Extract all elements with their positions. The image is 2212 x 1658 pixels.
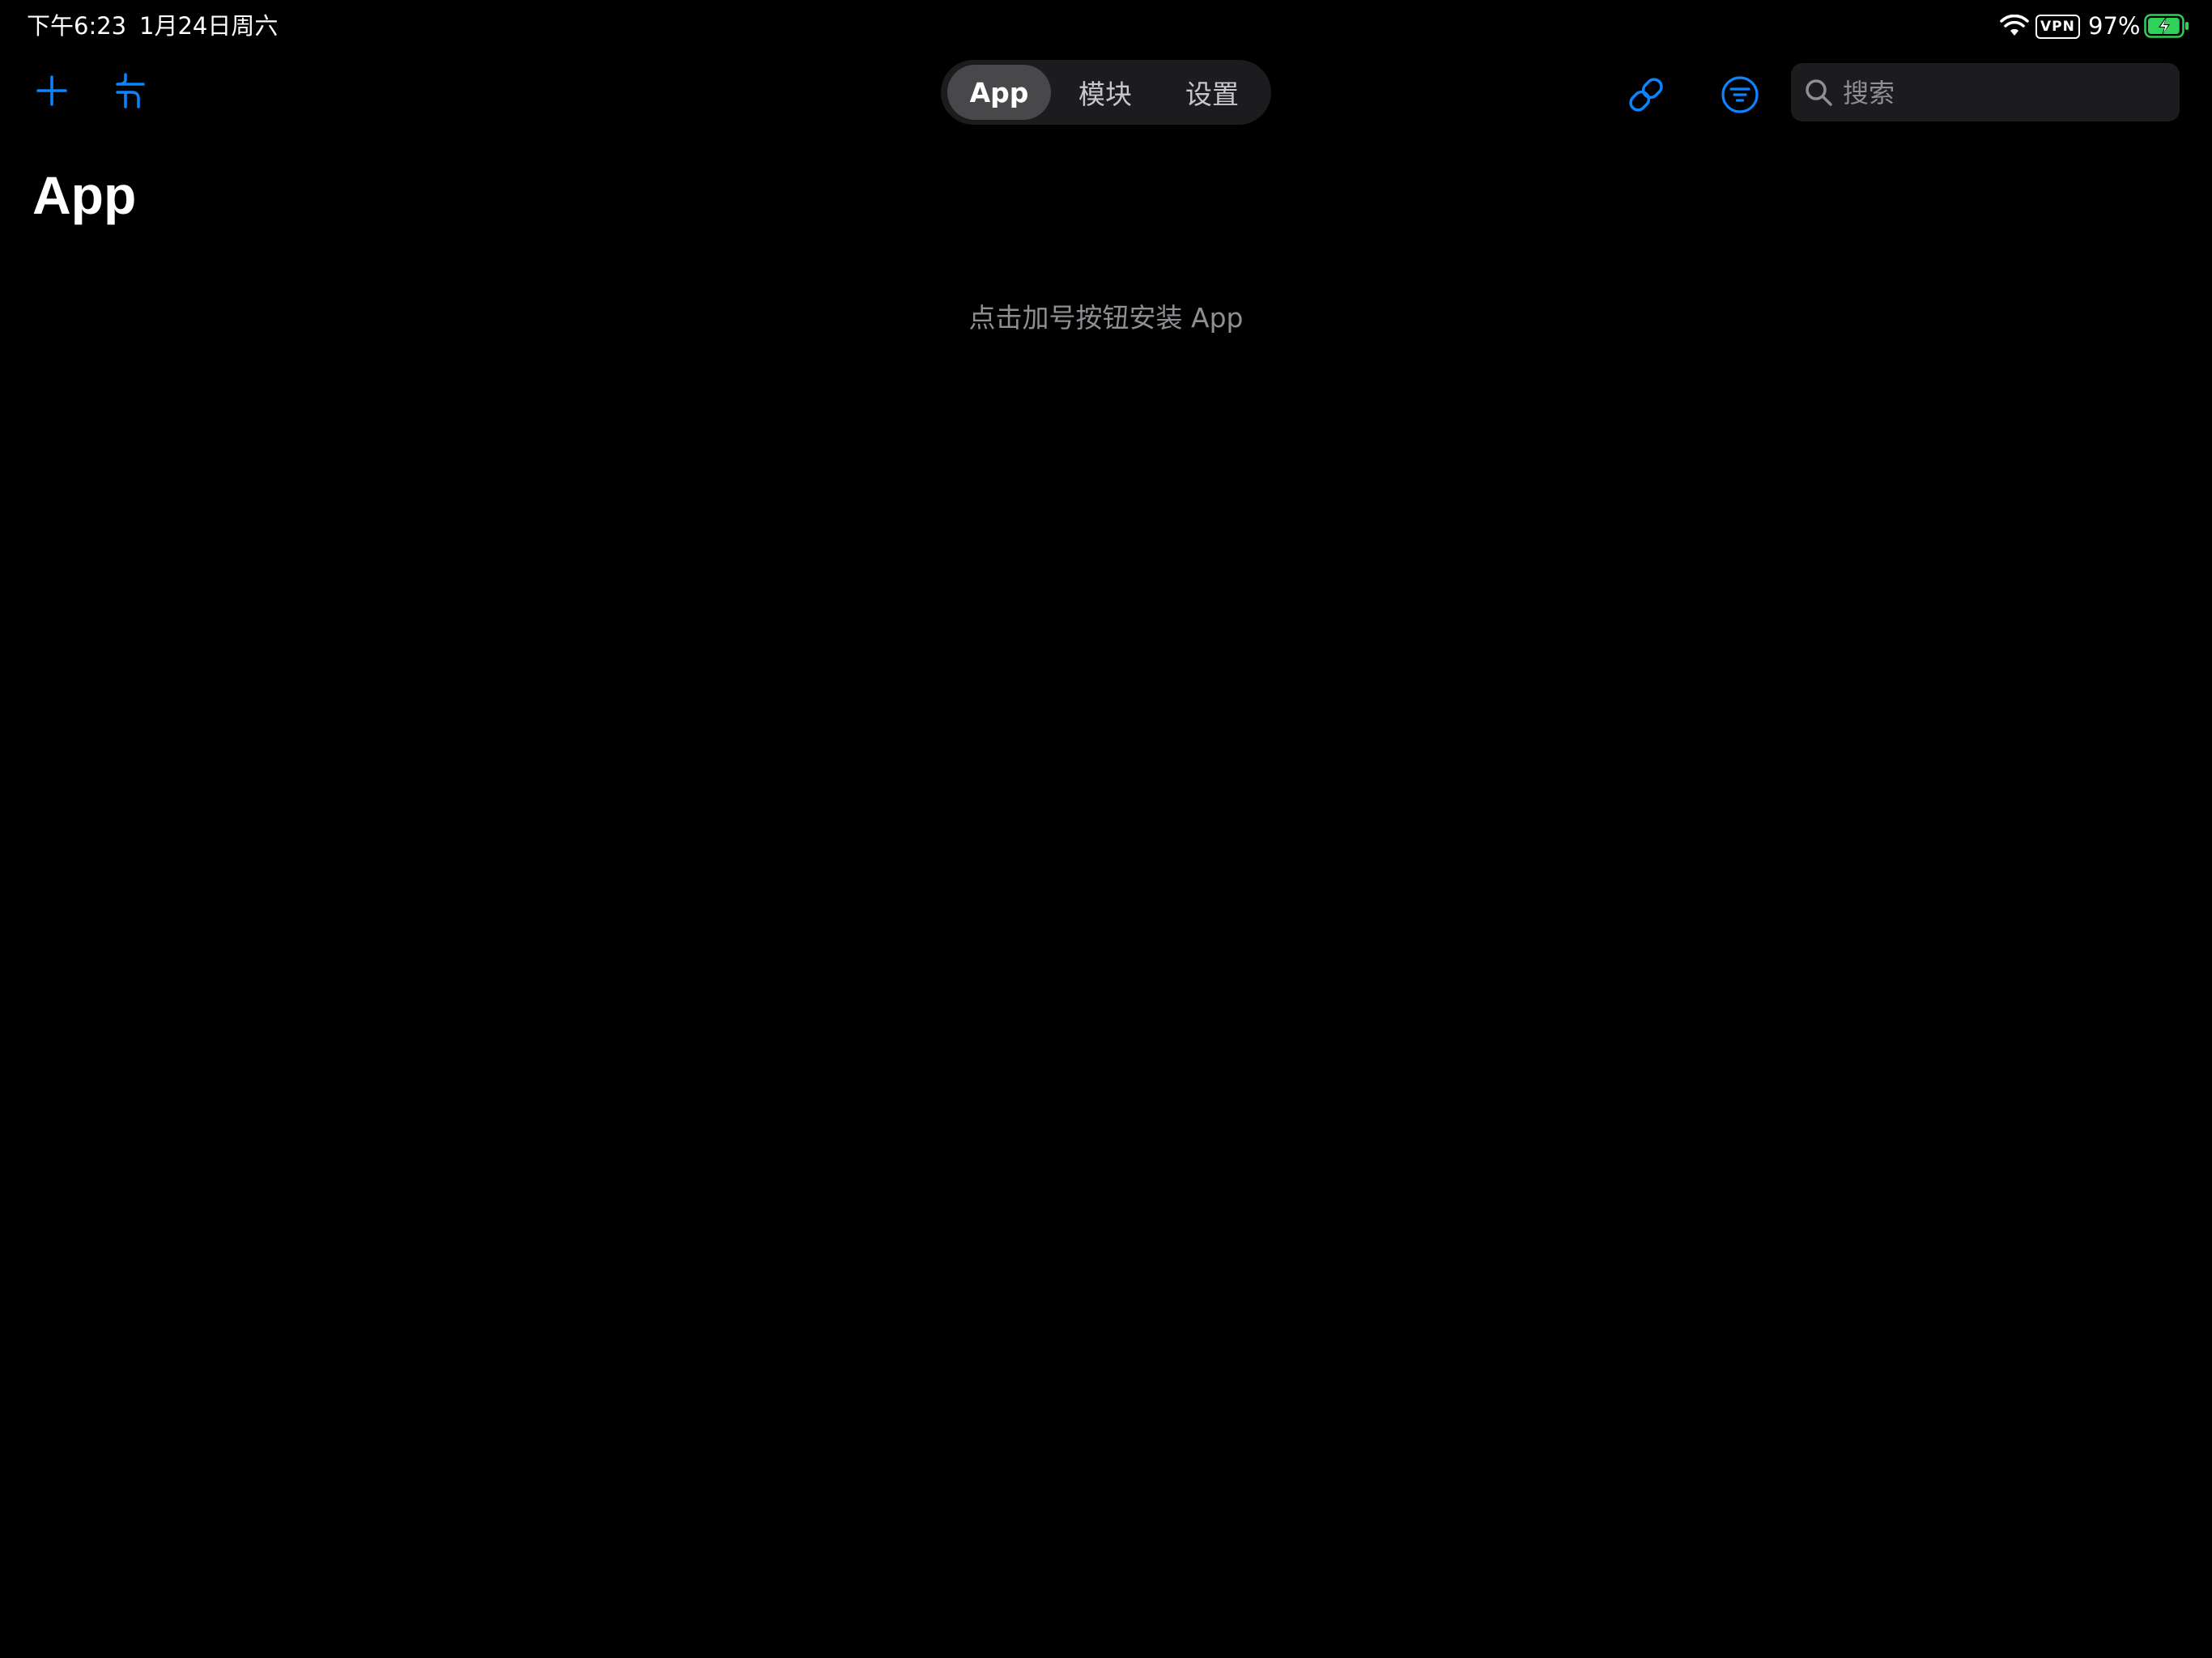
search-field[interactable] — [1791, 63, 2180, 123]
status-date: 1月24日周六 — [139, 12, 279, 40]
link-button[interactable] — [1618, 66, 1674, 123]
battery-percent: 97% — [2088, 12, 2141, 40]
page-title: App — [32, 165, 137, 225]
vpn-badge: VPN — [2035, 15, 2080, 39]
battery-charging-icon — [2144, 14, 2189, 38]
search-input[interactable] — [1841, 63, 2168, 123]
filter-button[interactable] — [1712, 66, 1768, 123]
plus-icon — [36, 75, 67, 106]
add-button[interactable] — [28, 66, 76, 115]
empty-state-message: 点击加号按钮安装 App — [968, 302, 1244, 334]
main-tabs: App 模块 设置 — [941, 60, 1271, 125]
sort-button[interactable] — [105, 66, 154, 115]
filter-icon — [1721, 76, 1759, 113]
wifi-icon — [2000, 15, 2029, 36]
link-icon — [1629, 78, 1663, 112]
status-time: 下午6:23 — [27, 12, 127, 40]
search-icon — [1806, 79, 1832, 106]
tab-app[interactable]: App — [947, 65, 1051, 120]
sort-icon — [116, 73, 145, 108]
tab-settings[interactable]: 设置 — [1159, 65, 1265, 120]
tab-modules[interactable]: 模块 — [1053, 65, 1158, 120]
app-screen: 下午6:23 1月24日周六 VPN 97% App 模块 设置 搜索 App … — [0, 0, 2212, 1658]
status-bar: 下午6:23 1月24日周六 VPN 97% — [0, 0, 2212, 52]
